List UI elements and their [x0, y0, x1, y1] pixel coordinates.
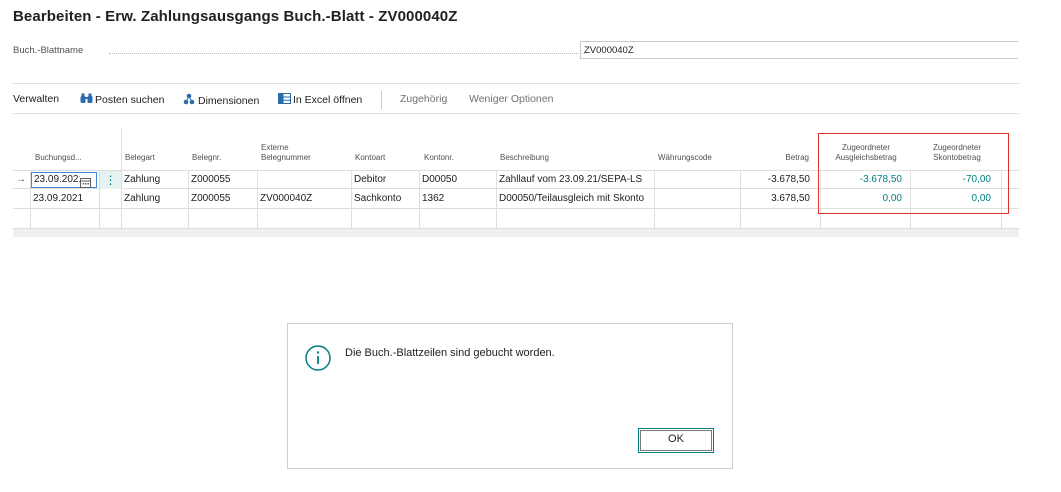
col-divider [419, 170, 420, 229]
journal-name-field-row: Buch.-Blattname ZV000040Z [13, 41, 1019, 61]
betrag-cell[interactable]: -3.678,50 [743, 171, 810, 189]
excel-icon [278, 93, 291, 107]
kontonr-cell[interactable]: D00050 [422, 171, 457, 189]
col-header-betrag[interactable]: Betrag [753, 153, 809, 163]
page-title: Bearbeiten - Erw. Zahlungsausgangs Buch.… [13, 8, 458, 25]
buchungsdatum-value: 23.09.2021 [34, 174, 85, 185]
col-divider [188, 170, 189, 229]
belegnr-cell[interactable]: Z000055 [191, 171, 230, 189]
col-divider [99, 170, 100, 229]
col-header-waehrungscode[interactable]: Währungscode [658, 153, 712, 163]
buchungsdatum-cell[interactable]: 23.09.2021 [33, 190, 83, 208]
active-row-marker: → [16, 174, 26, 185]
divider [13, 113, 1019, 114]
kontoart-cell[interactable]: Sachkonto [354, 190, 401, 208]
col-header-buchungsdatum[interactable]: Buchungsd... [35, 153, 82, 163]
col-header-belegnr[interactable]: Belegnr. [192, 153, 221, 163]
dimensionen-button[interactable]: Dimensionen [183, 93, 259, 108]
col-header-kontoart[interactable]: Kontoart [355, 153, 385, 163]
col-divider [351, 170, 352, 229]
kontoart-cell[interactable]: Debitor [354, 171, 386, 189]
betrag-cell[interactable]: 3.678,50 [743, 190, 810, 208]
belegnr-cell[interactable]: Z000055 [191, 190, 230, 208]
ok-button[interactable]: OK [638, 428, 714, 453]
beschreibung-cell[interactable]: Zahllauf vom 23.09.21/SEPA-LS [499, 171, 642, 189]
field-dots [109, 53, 585, 54]
journal-name-label: Buch.-Blattname [13, 45, 84, 56]
grid-scrollbar[interactable] [13, 229, 1019, 237]
col-divider [654, 170, 655, 229]
journal-name-input[interactable]: ZV000040Z [580, 41, 1018, 59]
excel-button[interactable]: In Excel öffnen [278, 93, 362, 107]
posten-suchen-label: Posten suchen [95, 94, 165, 106]
col-header-belegart[interactable]: Belegart [125, 153, 155, 163]
info-dialog: Die Buch.-Blattzeilen sind gebucht worde… [287, 323, 733, 469]
dialog-message: Die Buch.-Blattzeilen sind gebucht worde… [345, 347, 555, 359]
highlight-box [818, 133, 1009, 214]
info-icon [305, 345, 331, 376]
col-header-externe-line1: Externe [261, 143, 289, 152]
col-divider [30, 170, 31, 229]
col-divider [496, 170, 497, 229]
col-header-kontonr[interactable]: Kontonr. [424, 153, 454, 163]
externe-belegnummer-cell[interactable]: ZV000040Z [260, 190, 312, 208]
posten-suchen-button[interactable]: Posten suchen [80, 93, 164, 107]
col-divider [740, 170, 741, 229]
zugehoerig-tab[interactable]: Zugehörig [400, 93, 447, 105]
belegart-cell[interactable]: Zahlung [124, 171, 160, 189]
col-header-externe-line2: Belegnummer [261, 153, 311, 162]
divider [13, 83, 1019, 84]
excel-label: In Excel öffnen [293, 94, 363, 106]
binoculars-icon [80, 93, 93, 107]
col-header-externe-belegnummer[interactable]: Externe Belegnummer [261, 143, 311, 163]
toolbar-separator [381, 91, 382, 109]
kontonr-cell[interactable]: 1362 [422, 190, 444, 208]
row-actions-button[interactable]: ⋮ [100, 171, 121, 189]
belegart-cell[interactable]: Zahlung [124, 190, 160, 208]
col-header-beschreibung[interactable]: Beschreibung [500, 153, 549, 163]
dimensions-icon [183, 93, 196, 108]
weniger-optionen-button[interactable]: Weniger Optionen [469, 93, 553, 105]
dimensionen-label: Dimensionen [198, 95, 260, 107]
calendar-icon[interactable] [80, 175, 92, 188]
beschreibung-cell[interactable]: D00050/Teilausgleich mit Skonto [499, 190, 644, 208]
col-divider [257, 170, 258, 229]
verwalten-tab[interactable]: Verwalten [13, 93, 59, 105]
col-divider [121, 128, 122, 229]
